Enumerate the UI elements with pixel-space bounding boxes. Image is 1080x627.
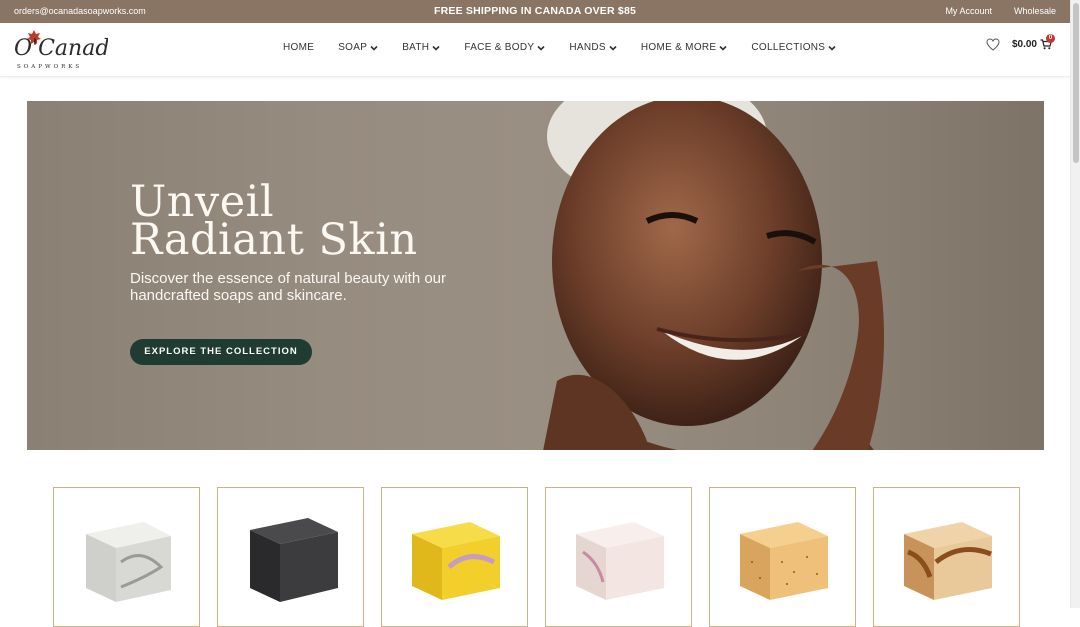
nav-home[interactable]: HOME (283, 42, 314, 53)
product-card[interactable] (873, 487, 1020, 627)
nav-label: BATH (402, 42, 430, 53)
announcement-bar: orders@ocanadasoapworks.com FREE SHIPPIN… (0, 0, 1070, 23)
cart-button[interactable]: $0.00 0 (1011, 34, 1055, 50)
hero-subtext: Discover the essence of natural beauty w… (130, 270, 447, 304)
nav-label: SOAP (338, 42, 368, 53)
scrollbar-thumb[interactable] (1073, 3, 1079, 163)
site-header: O'Canada SOAPWORKS HOME SOAP BATH FACE &… (0, 23, 1070, 77)
nav-bath[interactable]: BATH (402, 42, 440, 53)
chevron-down-icon (537, 45, 545, 51)
nav-label: FACE & BODY (464, 42, 535, 53)
header-actions: $0.00 0 (986, 34, 1055, 51)
nav-label: COLLECTIONS (751, 42, 826, 53)
explore-collection-button[interactable]: EXPLORE THE COLLECTION (130, 339, 312, 365)
hero-model-image (543, 101, 885, 450)
caramel-swirl-soap-image (904, 522, 992, 600)
main-nav: HOME SOAP BATH FACE & BODY HANDS HOME & … (283, 42, 860, 53)
nav-face-body[interactable]: FACE & BODY (464, 42, 545, 53)
nav-soap[interactable]: SOAP (338, 42, 378, 53)
svg-text:O'Canada: O'Canada (14, 36, 108, 61)
site-logo[interactable]: O'Canada SOAPWORKS (12, 28, 123, 70)
logo-tagline: SOAPWORKS (17, 64, 82, 70)
nav-collections[interactable]: COLLECTIONS (751, 42, 836, 53)
chevron-down-icon (370, 45, 378, 51)
charcoal-soap-image (250, 518, 338, 602)
hero-banner: Unveil Radiant Skin Discover the essence… (27, 101, 1044, 450)
nav-label: HANDS (569, 42, 606, 53)
oatmeal-soap-image (740, 522, 828, 600)
product-card[interactable] (217, 487, 364, 627)
white-marble-soap-image (86, 522, 171, 602)
product-card[interactable] (545, 487, 692, 627)
wishlist-heart-icon[interactable] (986, 38, 1000, 51)
product-card[interactable] (381, 487, 528, 627)
account-links: My Account Wholesale (945, 6, 1056, 16)
product-card[interactable] (53, 487, 200, 627)
nav-home-more[interactable]: HOME & MORE (641, 42, 728, 53)
yellow-swirl-soap-image (412, 522, 500, 600)
my-account-link[interactable]: My Account (945, 6, 992, 16)
nav-label: HOME & MORE (640, 42, 717, 53)
free-shipping-banner: FREE SHIPPING IN CANADA OVER $85 (433, 5, 637, 17)
chevron-down-icon (828, 45, 836, 51)
cart-count-badge: 0 (1046, 34, 1055, 43)
product-card[interactable] (709, 487, 856, 627)
pink-marble-soap-image (576, 522, 664, 600)
nav-label: HOME (283, 42, 315, 53)
chevron-down-icon (719, 45, 727, 51)
wholesale-link[interactable]: Wholesale (1014, 6, 1056, 16)
hero-heading: Unveil Radiant Skin (130, 181, 418, 262)
nav-hands[interactable]: HANDS (569, 42, 617, 53)
cart-total: $0.00 (1011, 39, 1037, 50)
hero-heading-line-2: Radiant Skin (130, 215, 418, 265)
chevron-down-icon (609, 45, 617, 51)
chevron-down-icon (432, 45, 440, 51)
product-grid (53, 487, 1020, 627)
page-scrollbar[interactable] (1070, 0, 1080, 608)
